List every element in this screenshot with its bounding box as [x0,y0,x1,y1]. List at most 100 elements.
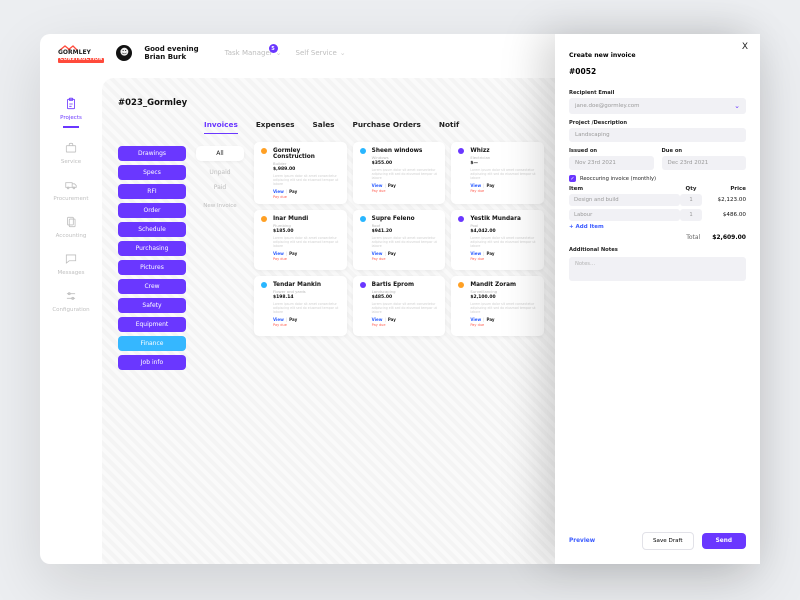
card-pay-link[interactable]: Pay [388,317,396,322]
tab-invoices[interactable]: Invoices [204,120,238,134]
invoice-card[interactable]: Bartis EpromLandscaping$485.00Lorem ipsu… [353,276,446,336]
chip-purchasing[interactable]: Purchasing [118,241,186,256]
issued-on-input[interactable]: Nov 23rd 2021 [569,156,654,170]
preview-link[interactable]: Preview [569,538,595,544]
card-vendor-name: Sheen windows [372,148,439,154]
sidebar-item-messages[interactable]: Messages [58,251,85,276]
card-amount: $185.00 [273,229,340,234]
nav-task-manager[interactable]: Task Manager ⌄ 5 [225,49,282,57]
filter-unpaid[interactable]: Unpaid [196,169,244,176]
invoice-card[interactable]: Tendar MankinFlower and yards$198.14Lore… [254,276,347,336]
card-amount: $198.14 [273,295,340,300]
card-view-link[interactable]: View [372,183,383,188]
sidebar-item-projects[interactable]: Projects [60,96,82,128]
card-category: Builder [273,161,340,166]
card-vendor-name: Supre Feleno [372,216,439,222]
recurring-checkbox[interactable]: ✓ Reoccuring invoice (monthly) [569,175,746,182]
invoice-card[interactable]: Inar MundiPlumbing$185.00Lorem ipsum dol… [254,210,347,270]
avatar[interactable]: ☻ [116,45,132,61]
card-view-link[interactable]: View [273,189,284,194]
sidebar-label: Accounting [56,233,87,239]
chevron-down-icon: ⌄ [340,49,346,57]
recipient-email-select[interactable]: jane.doe@gormley.com ⌄ [569,98,746,114]
line-item-name[interactable]: Design and build [569,194,680,206]
close-icon[interactable]: X [742,42,748,52]
notes-input[interactable]: Notes… [569,257,746,281]
sidebar-item-service[interactable]: Service [61,140,81,165]
sidebar-label: Configuration [52,307,89,313]
card-pay-link[interactable]: Pay [289,189,297,194]
create-invoice-drawer: X Create new invoice #0052 Recipient Ema… [555,34,760,564]
sidebar-item-accounting[interactable]: Accounting [56,214,87,239]
card-vendor-name: Bartis Eprom [372,282,439,288]
card-description: Lorem ipsum dolor sit amet consectetur a… [470,168,537,180]
send-button[interactable]: Send [702,533,746,549]
chip-schedule[interactable]: Schedule [118,222,186,237]
card-view-link[interactable]: View [470,317,481,322]
invoice-number: #0052 [569,67,746,76]
sidebar-item-procurement[interactable]: Procurement [53,177,88,202]
chip-specs[interactable]: Specs [118,165,186,180]
line-item-qty[interactable]: 1 [680,209,702,221]
card-pay-link[interactable]: Pay [487,183,495,188]
card-view-link[interactable]: View [470,183,481,188]
card-pay-link[interactable]: Pay [388,251,396,256]
briefcase-icon [63,140,79,156]
card-pay-link[interactable]: Pay [289,317,297,322]
card-category: Windows [372,155,439,160]
due-on-label: Due on [662,148,747,154]
task-count-badge: 5 [269,44,278,53]
card-due-status: Pay due [273,323,340,327]
nav-self-service[interactable]: Self Service ⌄ [296,49,346,57]
chip-equipment[interactable]: Equipment [118,317,186,332]
sliders-icon [63,288,79,304]
card-view-link[interactable]: View [372,251,383,256]
invoice-card[interactable]: WhizzElectrician$—Lorem ipsum dolor sit … [451,142,544,204]
recurring-label: Reoccuring invoice (monthly) [580,176,656,182]
chip-job-info[interactable]: Job info [118,355,186,370]
chip-pictures[interactable]: Pictures [118,260,186,275]
chip-finance[interactable]: Finance [118,336,186,351]
invoice-card[interactable]: Mandit ZoramSurveillancing$2,100.00Lorem… [451,276,544,336]
status-dot-icon [261,282,267,288]
project-desc-input[interactable]: Landscaping [569,128,746,142]
invoice-card[interactable]: Gormley ConstructionBuilder$,989.00Lorem… [254,142,347,204]
filter-paid[interactable]: Paid [196,184,244,191]
chip-drawings[interactable]: Drawings [118,146,186,161]
due-on-input[interactable]: Dec 23rd 2021 [662,156,747,170]
brand-name: GORMLEY [58,49,91,56]
card-view-link[interactable]: View [273,251,284,256]
card-pay-link[interactable]: Pay [487,251,495,256]
card-pay-link[interactable]: Pay [289,251,297,256]
col-item: Item [569,186,680,192]
invoice-card[interactable]: Sheen windowsWindows$355.00Lorem ipsum d… [353,142,446,204]
save-draft-button[interactable]: Save Draft [642,532,694,550]
invoice-card[interactable]: Supre FelenoRoof$941.20Lorem ipsum dolor… [353,210,446,270]
line-item-name[interactable]: Labour [569,209,680,221]
tab-sales[interactable]: Sales [313,120,335,134]
chip-order[interactable]: Order [118,203,186,218]
card-description: Lorem ipsum dolor sit amet consectetur a… [470,302,537,314]
card-view-link[interactable]: View [372,317,383,322]
tab-purchase-orders[interactable]: Purchase Orders [353,120,421,134]
chip-rfi[interactable]: RFI [118,184,186,199]
card-pay-link[interactable]: Pay [388,183,396,188]
card-due-status: Pay due [372,189,439,193]
line-item-price: $2,123.00 [702,194,746,206]
tab-expenses[interactable]: Expenses [256,120,295,134]
card-view-link[interactable]: View [470,251,481,256]
line-item-qty[interactable]: 1 [680,194,702,206]
add-item-link[interactable]: + Add Item [569,224,746,230]
tab-notifications[interactable]: Notif [439,120,459,134]
invoice-card[interactable]: Yestik MundaraPool$4,042.00Lorem ipsum d… [451,210,544,270]
card-amount: $2,100.00 [470,295,537,300]
card-pay-link[interactable]: Pay [487,317,495,322]
filter-all[interactable]: All [196,146,244,161]
card-vendor-name: Tendar Mankin [273,282,340,288]
sidebar-item-configuration[interactable]: Configuration [52,288,89,313]
card-vendor-name: Gormley Construction [273,148,340,160]
chip-safety[interactable]: Safety [118,298,186,313]
chip-crew[interactable]: Crew [118,279,186,294]
card-view-link[interactable]: View [273,317,284,322]
new-invoice-link[interactable]: New Invoice [196,203,244,209]
